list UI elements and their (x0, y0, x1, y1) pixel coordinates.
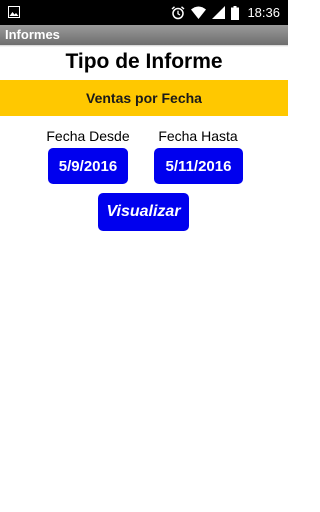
date-from-button[interactable]: 5/9/2016 (48, 148, 128, 184)
status-clock: 18:36 (247, 5, 280, 20)
app-title-bar: Informes (0, 25, 288, 47)
wifi-icon (191, 6, 207, 19)
signal-icon (212, 6, 226, 19)
report-type-selector[interactable]: Ventas por Fecha (0, 80, 288, 116)
page-heading: Tipo de Informe (65, 50, 223, 73)
app-title: Informes (5, 27, 60, 42)
date-to-button[interactable]: 5/11/2016 (154, 148, 243, 184)
date-from-label: Fecha Desde (46, 128, 130, 144)
image-icon (8, 6, 20, 18)
screen: 18:36 Informes Tipo de Informe Ventas po… (0, 0, 288, 512)
alarm-icon (171, 5, 185, 19)
report-type-label: Ventas por Fecha (86, 90, 202, 106)
status-icons: 18:36 (171, 0, 280, 25)
date-to-label: Fecha Hasta (158, 128, 238, 144)
view-report-button[interactable]: Visualizar (98, 193, 189, 231)
status-bar: 18:36 (0, 0, 288, 25)
battery-icon (231, 5, 240, 20)
title-bar-shadow (0, 45, 288, 47)
